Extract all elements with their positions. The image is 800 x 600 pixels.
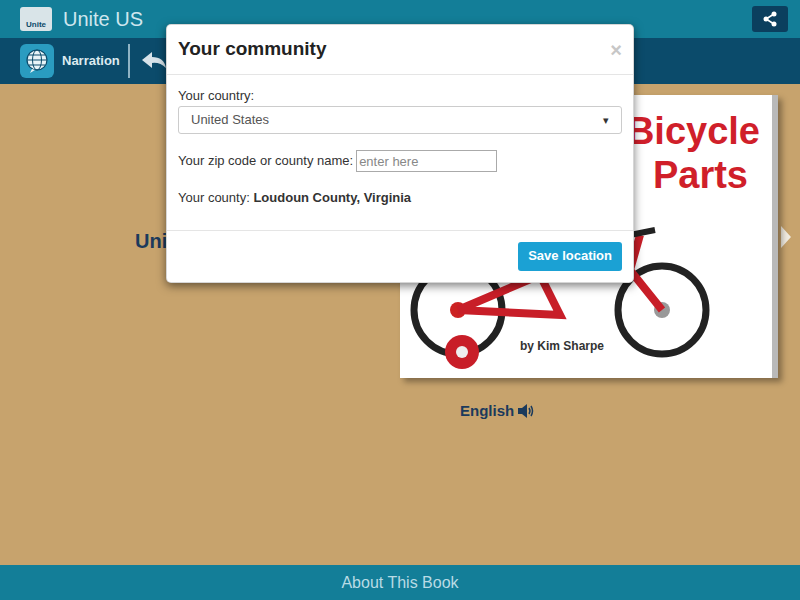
close-button[interactable]: × [610, 40, 622, 60]
dialog-title: Your community [178, 35, 327, 64]
country-label: Your country: [178, 88, 622, 104]
narration-label[interactable]: Narration [62, 51, 120, 71]
speaker-icon[interactable] [517, 403, 535, 419]
globe-icon[interactable] [20, 44, 54, 78]
book-author: by Kim Sharpe [518, 337, 606, 355]
dropdown-arrow-icon[interactable]: ▾ [603, 112, 609, 129]
app-title: Unite US [63, 9, 143, 29]
language-selector[interactable]: English [460, 400, 792, 423]
logo-icon[interactable]: Unite [20, 7, 52, 31]
community-dialog: Your community × Your country: United St… [166, 24, 634, 283]
footer-bar: About This Book [0, 565, 800, 600]
about-book-link[interactable]: About This Book [341, 571, 458, 595]
country-select[interactable]: United States ▾ [178, 106, 622, 134]
cover-title: Parts [653, 153, 760, 197]
back-arrow-icon[interactable] [140, 50, 168, 72]
county-value: Loudoun County, Virginia [253, 190, 411, 205]
zip-input[interactable] [356, 150, 497, 172]
next-page-icon[interactable] [780, 225, 792, 249]
zip-label: Your zip code or county name: [178, 151, 353, 171]
share-icon[interactable] [752, 6, 788, 32]
county-label: Your county: [178, 190, 250, 205]
save-button[interactable]: Save location [518, 242, 622, 271]
cover-title: Bicycle [627, 109, 760, 153]
